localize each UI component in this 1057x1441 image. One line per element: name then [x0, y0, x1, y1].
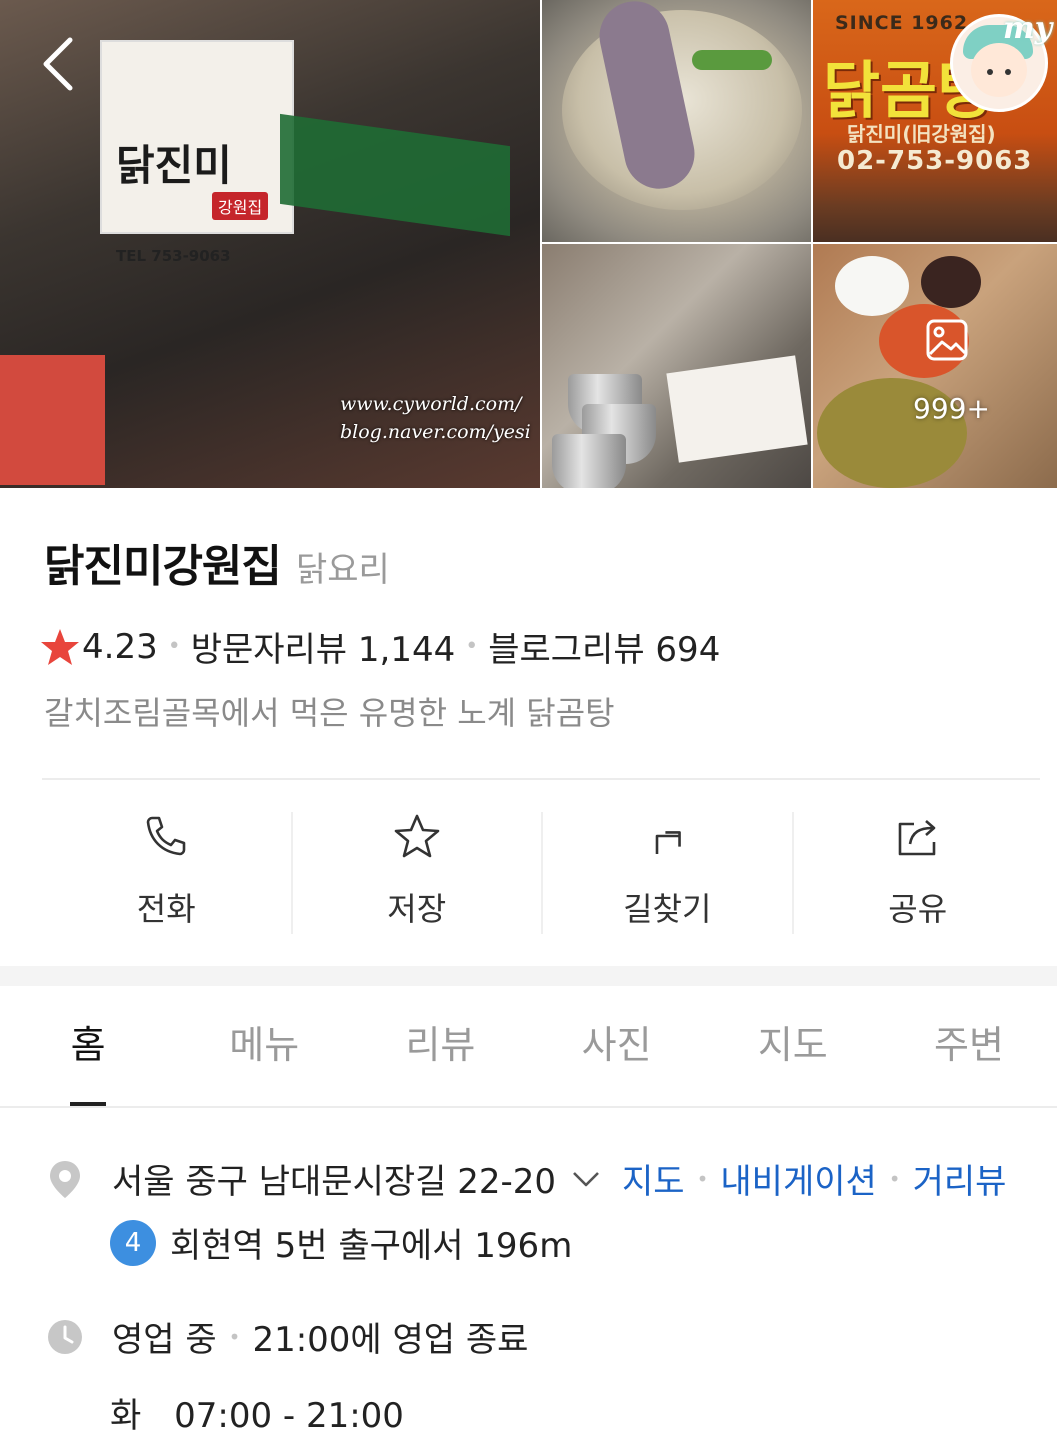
directions-label: 길찾기 [623, 890, 712, 928]
rice-bowl [835, 256, 909, 316]
avatar-eye-right [1005, 69, 1011, 75]
chevron-down-icon[interactable] [570, 1163, 602, 1195]
phone-icon [146, 816, 186, 856]
image-gallery-icon [926, 319, 968, 361]
signboard-title: 닭진미 [116, 141, 232, 190]
place-tagline: 갈치조림골목에서 먹은 유명한 노계 닭곰탕 [44, 694, 615, 732]
tab-reviews[interactable]: 리뷰 [352, 986, 528, 1106]
rating-row: 4.23 • 방문자리뷰 1,144 • 블로그리뷰 694 [40, 622, 720, 671]
location-pin-icon [50, 1160, 80, 1198]
directions-arrow-icon [655, 831, 682, 854]
closing-time: 21:00에 영업 종료 [252, 1320, 529, 1360]
scallion [692, 50, 772, 70]
watermark-line-1: www.cyworld.com/ [340, 393, 522, 415]
star-icon [41, 628, 79, 665]
my-label: my [1003, 11, 1053, 46]
sign-name: 닭진미(旧강원집) [847, 122, 996, 146]
cardboard-box [0, 355, 105, 485]
map-link[interactable]: 지도 [622, 1154, 685, 1203]
visitor-review-count[interactable]: 방문자리뷰 1,144 [191, 622, 456, 671]
street-view-link[interactable]: 거리뷰 [913, 1154, 1007, 1203]
place-name: 닭진미강원집 [44, 541, 282, 592]
back-arrow-icon[interactable] [36, 34, 86, 94]
clock-icon [48, 1319, 82, 1354]
business-hours-row[interactable]: 영업 중 • 21:00에 영업 종료 [46, 1312, 528, 1361]
watermark-line-2: blog.naver.com/yesi [340, 421, 531, 443]
share-label: 공유 [888, 890, 948, 928]
sauce-dish [921, 256, 981, 308]
photo-gallery[interactable]: 닭진미 강원집 TEL 753-9063 www.cyworld.com/ bl… [0, 0, 1057, 488]
avatar-eye-left [987, 69, 993, 75]
signboard-subtitle: 강원집 [212, 192, 269, 220]
my-avatar-badge[interactable]: my [950, 11, 1052, 112]
open-status: 영업 중 [112, 1320, 217, 1360]
photo-table-more[interactable]: 999+ [813, 244, 1057, 488]
section-separator [0, 966, 1057, 986]
address-row: 서울 중구 남대문시장길 22-20 지도 • 내비게이션 • 거리뷰 [46, 1154, 1006, 1203]
share-button[interactable]: 공유 [791, 812, 1043, 934]
save-button[interactable]: 저장 [290, 812, 542, 934]
subway-line-badge: 4 [110, 1219, 156, 1266]
directions-button[interactable]: 길찾기 [541, 812, 792, 934]
tab-photos[interactable]: 사진 [529, 986, 705, 1106]
metal-cup [552, 434, 626, 488]
tab-home[interactable]: 홈 [0, 986, 176, 1106]
action-bar: 전화 저장 길찾기 공유 [42, 812, 1042, 934]
place-header: 닭진미강원집 닭요리 [44, 530, 390, 594]
place-category: 닭요리 [295, 550, 390, 590]
call-label: 전화 [136, 890, 196, 928]
tab-bar: 홈 메뉴 리뷰 사진 지도 주변 [0, 986, 1057, 1106]
rating-value: 4.23 [82, 626, 158, 667]
subway-row: 4 회현역 5번 출구에서 196m [110, 1218, 572, 1267]
hours-day: 화 [110, 1396, 142, 1436]
photo-soup[interactable] [542, 0, 811, 242]
chicken-tray [666, 355, 808, 463]
separator-dot: • [228, 1324, 241, 1349]
separator-dot: • [465, 634, 479, 659]
separator-dot: • [696, 1166, 709, 1191]
tab-menu[interactable]: 메뉴 [176, 986, 352, 1106]
sign-since: SINCE 1962 [835, 12, 969, 34]
address-text: 서울 중구 남대문시장길 22-20 [112, 1162, 557, 1202]
photo-storefront[interactable]: 닭진미 강원집 TEL 753-9063 www.cyworld.com/ bl… [0, 0, 540, 488]
store-signboard: 닭진미 강원집 TEL 753-9063 [100, 40, 294, 265]
separator-dot: • [167, 634, 181, 659]
call-button[interactable]: 전화 [42, 812, 291, 934]
photo-watermark: www.cyworld.com/ blog.naver.com/yesi [340, 390, 531, 446]
subway-distance: 회현역 5번 출구에서 196m [170, 1226, 573, 1266]
divider [42, 778, 1040, 780]
photo-count: 999+ [913, 392, 990, 425]
blog-review-count[interactable]: 블로그리뷰 694 [488, 622, 720, 671]
tab-map[interactable]: 지도 [705, 986, 881, 1106]
navigation-link[interactable]: 내비게이션 [720, 1154, 876, 1203]
hours-time: 07:00 - 21:00 [174, 1396, 404, 1436]
avatar-face [971, 43, 1027, 97]
awning [280, 113, 510, 237]
tab-nearby[interactable]: 주변 [881, 986, 1057, 1106]
sign-phone: 02-753-9063 [837, 146, 1033, 176]
share-icon [898, 820, 936, 856]
tabs-divider [0, 1106, 1057, 1108]
hours-today: 화 07:00 - 21:00 [110, 1388, 404, 1437]
star-outline-icon [394, 814, 440, 858]
save-label: 저장 [387, 890, 447, 928]
signboard-phone: TEL 753-9063 [116, 247, 231, 265]
photo-plates[interactable] [542, 244, 811, 488]
separator-dot: • [888, 1166, 901, 1191]
